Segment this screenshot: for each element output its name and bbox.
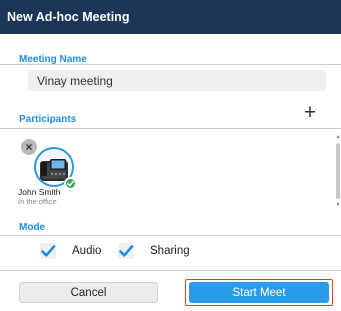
scrollbar-thumb[interactable] [336, 143, 340, 199]
checkmark-icon [41, 245, 56, 257]
audio-checkbox[interactable] [40, 243, 56, 259]
audio-label: Audio [72, 245, 102, 257]
cancel-button[interactable]: Cancel [19, 282, 158, 303]
close-icon: × [25, 140, 33, 154]
plus-icon: + [303, 101, 317, 124]
dialog-title-bar: New Ad-hoc Meeting [0, 0, 341, 34]
mode-label: Mode [19, 222, 46, 233]
meeting-name-divider [0, 64, 341, 65]
remove-participant-button[interactable]: × [20, 138, 38, 156]
participants-scrollbar[interactable]: ▲ ▼ [335, 133, 341, 213]
actions-divider [0, 270, 341, 271]
meeting-name-input[interactable] [28, 70, 326, 91]
participant-status: In the office [18, 197, 57, 206]
sharing-option[interactable]: Sharing [118, 243, 190, 259]
scroll-down-arrow-icon[interactable]: ▼ [335, 201, 341, 209]
participant-card[interactable]: × John Smith In the office [18, 138, 88, 210]
participant-name: John Smith [18, 187, 61, 197]
sharing-label: Sharing [150, 245, 190, 257]
mode-divider [0, 235, 341, 236]
dialog-title: New Ad-hoc Meeting [7, 10, 130, 24]
new-adhoc-meeting-dialog: New Ad-hoc Meeting Meeting Name Particip… [0, 0, 341, 311]
participants-divider [0, 128, 341, 129]
sharing-checkbox[interactable] [118, 243, 134, 259]
add-participant-button[interactable]: + [300, 101, 320, 124]
checkmark-icon [119, 245, 134, 257]
audio-option[interactable]: Audio [40, 243, 101, 259]
start-meet-button[interactable]: Start Meet [189, 282, 329, 303]
scroll-up-arrow-icon[interactable]: ▲ [335, 133, 341, 141]
participants-label: Participants [19, 114, 77, 125]
